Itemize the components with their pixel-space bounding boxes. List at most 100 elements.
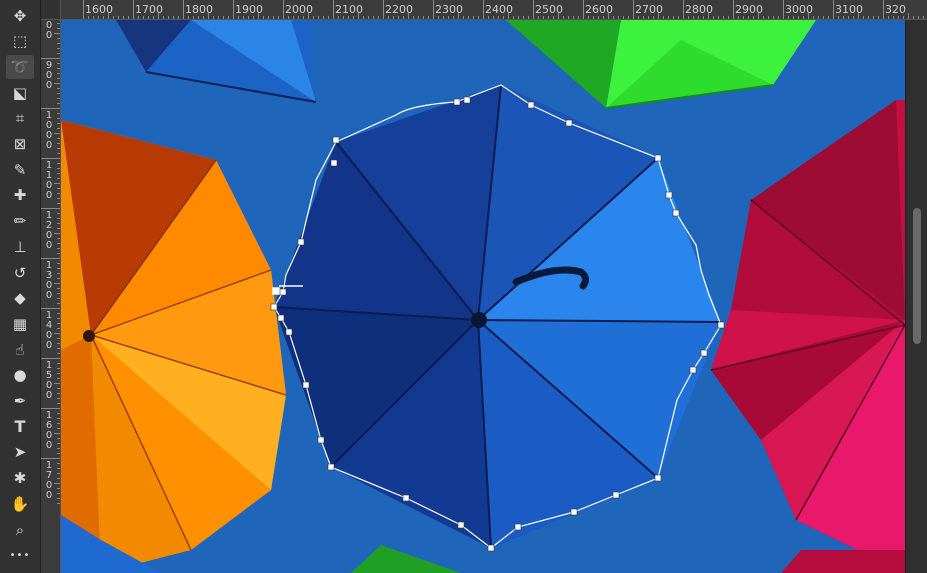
- ruler-top-minor-tick: [248, 16, 249, 19]
- ruler-top-minor-tick: [858, 13, 859, 19]
- ruler-top-minor-tick: [688, 16, 689, 19]
- ruler-top-minor-tick: [503, 16, 504, 19]
- brush-icon: ✏: [13, 212, 27, 231]
- ruler-top-major-tick: [83, 0, 84, 19]
- ruler-top-minor-tick: [598, 16, 599, 19]
- ruler-left-minor-tick: [57, 273, 60, 274]
- object-selection-tool[interactable]: ⬕: [6, 81, 34, 105]
- ruler-left-major-tick: [41, 58, 60, 59]
- healing-brush-tool[interactable]: ✚: [6, 184, 34, 208]
- ruler-top-minor-tick: [518, 16, 519, 19]
- ruler-top-major-tick: [583, 0, 584, 19]
- history-brush-tool[interactable]: ↺: [6, 261, 34, 285]
- smudge-tool[interactable]: ☝: [6, 338, 34, 362]
- ruler-top-minor-tick: [568, 16, 569, 19]
- ruler-top-minor-tick: [508, 13, 509, 19]
- ruler-left-minor-tick: [57, 503, 60, 504]
- more-tools[interactable]: •••: [6, 544, 34, 568]
- ruler-top-minor-tick: [673, 16, 674, 19]
- ruler-top-minor-tick: [748, 16, 749, 19]
- ruler-top-minor-tick: [548, 16, 549, 19]
- ruler-top-minor-tick: [808, 13, 809, 19]
- ruler-top-minor-tick: [823, 16, 824, 19]
- custom-shape-tool[interactable]: ✱: [6, 467, 34, 491]
- ruler-left-minor-tick: [57, 423, 60, 424]
- ruler-left-label-digit: 0: [45, 30, 53, 41]
- ruler-left-minor-tick: [54, 33, 60, 34]
- ruler-top-minor-tick: [388, 16, 389, 19]
- horizontal-ruler[interactable]: 1600 1700 1800 1900 2000 2100 2200 2300 2400 2500…: [61, 0, 927, 20]
- ruler-top-minor-tick: [313, 16, 314, 19]
- eyedropper-tool[interactable]: ✎: [6, 158, 34, 182]
- ruler-left-label-digit: 0: [45, 80, 53, 91]
- frame-icon: ⊠: [13, 135, 27, 153]
- ruler-top-minor-tick: [558, 13, 559, 19]
- move-tool[interactable]: ✥: [6, 4, 34, 28]
- type-tool[interactable]: T: [6, 415, 34, 439]
- ruler-top-minor-tick: [923, 16, 924, 19]
- pen-icon: ✒: [13, 392, 27, 410]
- ruler-left-minor-tick: [57, 438, 60, 439]
- ruler-top-minor-tick: [873, 16, 874, 19]
- scrollbar-thumb[interactable]: [913, 208, 921, 344]
- crop-tool[interactable]: ⌗: [6, 107, 34, 131]
- path-selection-tool[interactable]: ➤: [6, 441, 34, 465]
- ruler-left-minor-tick: [57, 488, 60, 489]
- ruler-left-minor-tick: [57, 343, 60, 344]
- ruler-top-minor-tick: [743, 16, 744, 19]
- pen-tool[interactable]: ✒: [6, 390, 34, 414]
- rectangular-marquee-tool[interactable]: ⬚: [6, 30, 34, 54]
- document-canvas[interactable]: [61, 20, 905, 573]
- ruler-left-minor-tick: [57, 63, 60, 64]
- ruler-left-minor-tick: [54, 133, 60, 134]
- ruler-left-minor-tick: [57, 193, 60, 194]
- ruler-left-label-digit: 0: [45, 140, 53, 151]
- ruler-top-minor-tick: [353, 16, 354, 19]
- gradient-tool[interactable]: ▦: [6, 312, 34, 336]
- ruler-top-minor-tick: [208, 13, 209, 19]
- ruler-top-minor-tick: [438, 16, 439, 19]
- ruler-top-major-tick: [683, 0, 684, 19]
- vertical-ruler[interactable]: 80090010001100120013001400150016001700: [41, 20, 61, 573]
- frame-tool[interactable]: ⊠: [6, 133, 34, 157]
- ruler-left-minor-tick: [54, 233, 60, 234]
- gradient-icon: ▦: [12, 314, 28, 333]
- ruler-left-minor-tick: [57, 413, 60, 414]
- ruler-top-minor-tick: [228, 16, 229, 19]
- ruler-top-minor-tick: [193, 16, 194, 19]
- ruler-left-minor-tick: [57, 378, 60, 379]
- ruler-top-minor-tick: [218, 16, 219, 19]
- ruler-left-minor-tick: [57, 493, 60, 494]
- ruler-left-minor-tick: [57, 318, 60, 319]
- zoom-tool[interactable]: ⌕: [6, 518, 34, 542]
- ruler-top-minor-tick: [263, 16, 264, 19]
- dodge-tool[interactable]: ●: [6, 364, 34, 388]
- ruler-left-minor-tick: [57, 223, 60, 224]
- ruler-top-minor-tick: [418, 16, 419, 19]
- ruler-top-minor-tick: [198, 16, 199, 19]
- ruler-left-minor-tick: [57, 88, 60, 89]
- ruler-left-minor-tick: [57, 113, 60, 114]
- lasso-tool[interactable]: ➰: [6, 55, 34, 80]
- eraser-tool[interactable]: ◆: [6, 287, 34, 311]
- ruler-top-minor-tick: [363, 16, 364, 19]
- brush-tool[interactable]: ✏: [6, 210, 34, 234]
- ruler-top-minor-tick: [848, 16, 849, 19]
- ruler-left-minor-tick: [57, 48, 60, 49]
- ruler-left-major-tick: [41, 358, 60, 359]
- clone-stamp-tool[interactable]: ⊥: [6, 235, 34, 259]
- ruler-top-major-tick: [183, 0, 184, 19]
- ruler-left-minor-tick: [57, 68, 60, 69]
- ruler-top-minor-tick: [98, 16, 99, 19]
- ruler-top-minor-tick: [253, 16, 254, 19]
- vertical-scrollbar[interactable]: [905, 20, 927, 573]
- ruler-left-minor-tick: [57, 368, 60, 369]
- ruler-left-minor-tick: [57, 228, 60, 229]
- eyedropper-icon: ✎: [13, 160, 27, 179]
- ruler-top-minor-tick: [613, 16, 614, 19]
- ruler-left-label-digit: 0: [45, 390, 53, 401]
- ruler-top-minor-tick: [108, 13, 109, 19]
- hand-tool[interactable]: ✋: [6, 492, 34, 516]
- ruler-top-minor-tick: [458, 13, 459, 19]
- ruler-left-label-digit: 0: [45, 440, 53, 451]
